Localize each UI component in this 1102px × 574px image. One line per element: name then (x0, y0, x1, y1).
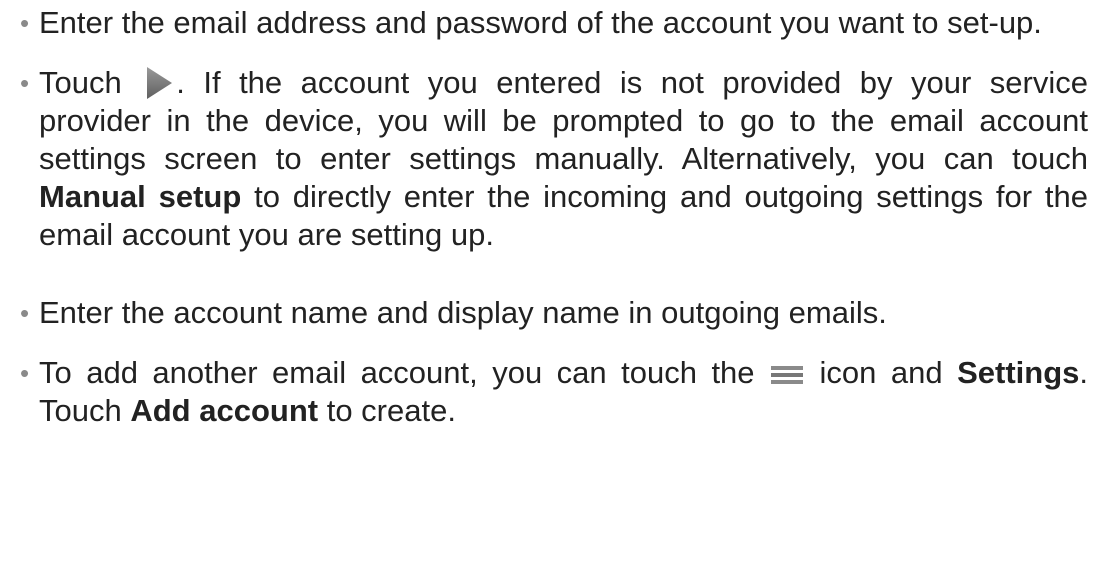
bullet-text-post-icon: . If the account you entered is not prov… (39, 65, 1088, 176)
play-arrow-icon (147, 67, 173, 99)
bullet-item-touch-next: • Touch . If the account you entered is … (14, 64, 1088, 254)
bullet-dot: • (20, 8, 30, 38)
bullet-dot: • (20, 358, 30, 388)
bullet-text: Enter the account name and display name … (39, 295, 887, 330)
bullet-text-pre: Touch (39, 65, 122, 100)
bullet-item-enter-credentials: • Enter the email address and password o… (14, 4, 1088, 42)
bullet-item-add-account: • To add another email account, you can … (14, 354, 1088, 430)
bullet-item-account-name: • Enter the account name and display nam… (14, 294, 1088, 332)
instructions-page: • Enter the email address and password o… (0, 0, 1102, 574)
bullet-text-mid: icon and (819, 355, 943, 390)
bullet-dot: • (20, 298, 30, 328)
bullet-dot: • (20, 68, 30, 98)
settings-label: Settings (957, 355, 1080, 390)
bullet-text-pre: To add another email account, you can to… (39, 355, 755, 390)
manual-setup-label: Manual setup (39, 179, 242, 214)
menu-icon (771, 366, 804, 384)
bullet-text: Enter the email address and password of … (39, 5, 1042, 40)
bullet-text-post: to create. (326, 393, 456, 428)
add-account-label: Add account (130, 393, 319, 428)
